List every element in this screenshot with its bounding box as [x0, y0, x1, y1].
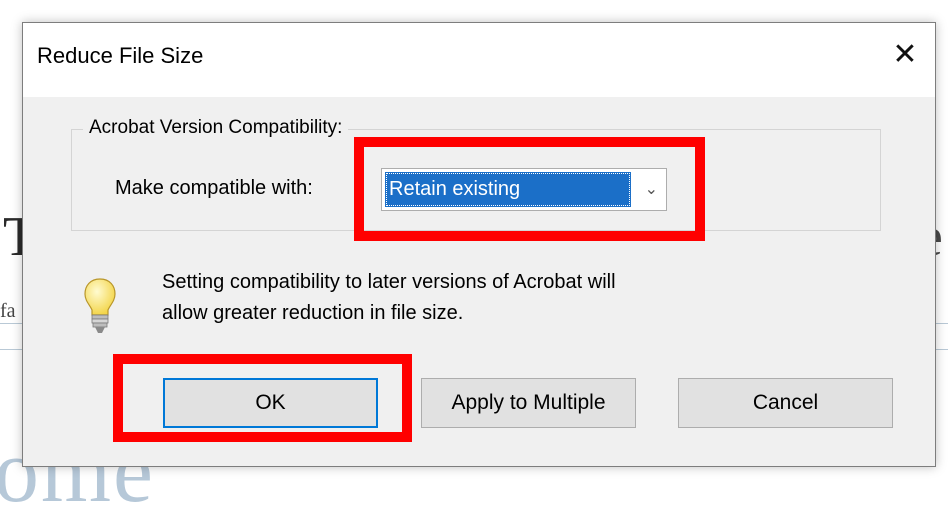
groupbox-label: Acrobat Version Compatibility: [83, 117, 349, 139]
highlight-box-dropdown [354, 137, 705, 241]
cancel-button[interactable]: Cancel [678, 378, 893, 428]
info-text-line: Setting compatibility to later versions … [162, 271, 616, 293]
background-page-glyph: fa [0, 300, 16, 322]
info-text-line: allow greater reduction in file size. [162, 302, 464, 324]
info-text: Setting compatibility to later versions … [162, 267, 616, 329]
make-compatible-label: Make compatible with: [115, 177, 313, 199]
dialog-title: Reduce File Size [37, 43, 204, 68]
lightbulb-icon [84, 278, 116, 333]
apply-to-multiple-button[interactable]: Apply to Multiple [421, 378, 636, 428]
dialog-titlebar: Reduce File Size ✕ [23, 23, 935, 97]
highlight-box-ok [113, 354, 412, 442]
close-icon[interactable]: ✕ [885, 35, 925, 75]
